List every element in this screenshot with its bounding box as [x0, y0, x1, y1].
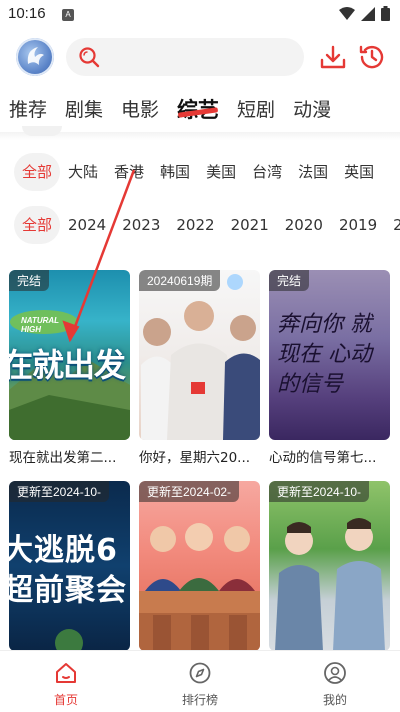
poster-logo: NATURAL HIGH — [21, 316, 59, 334]
tab-movies[interactable]: 电影 — [112, 94, 168, 130]
year-chip[interactable]: 2019 — [331, 206, 385, 244]
region-chip[interactable]: 台湾 — [244, 153, 290, 191]
region-chip[interactable]: 美国 — [198, 153, 244, 191]
top-bar — [0, 36, 400, 80]
status-bar: 10:16 A — [0, 0, 400, 30]
nav-mine-label: 我的 — [322, 693, 347, 707]
update-badge: 更新至2024-10- — [269, 481, 370, 502]
year-chip[interactable]: 2023 — [114, 206, 168, 244]
search-icon — [79, 47, 100, 68]
poster-image: 奔向你 就现在 心动的信号 完结 — [269, 270, 390, 440]
partial-filter-chip — [22, 126, 62, 136]
system-icons — [339, 6, 390, 21]
search-input[interactable] — [66, 38, 304, 76]
notification-icon: A — [62, 9, 74, 21]
show-card[interactable]: 奔向你 就现在 心动的信号 完结 心动的信号第七... — [269, 270, 390, 466]
user-icon — [324, 662, 346, 684]
show-card[interactable]: 更新至2024-02- — [139, 481, 260, 657]
poster-image: 更新至2024-02- — [139, 481, 260, 651]
show-card[interactable]: 大逃脱6 超前聚会 更新至2024-10- — [9, 481, 130, 657]
show-card[interactable]: NATURAL HIGH 在就出发 完结 现在就出发第二... — [9, 270, 130, 466]
show-title: 现在就出发第二... — [9, 450, 117, 466]
tab-short-drama[interactable]: 短剧 — [228, 94, 284, 130]
poster-image: NATURAL HIGH 在就出发 完结 — [9, 270, 130, 440]
poster-image: 更新至2024-10- — [269, 481, 390, 651]
bottom-nav: 首页 排行榜 我的 — [0, 650, 400, 712]
episode-badge: 20240619期 — [139, 270, 221, 291]
history-icon — [359, 45, 384, 69]
poster-image: 20240619期 — [139, 270, 260, 440]
signal-icon — [361, 6, 375, 21]
region-chip[interactable]: 大陆 — [60, 153, 106, 191]
region-chip-all[interactable]: 全部 — [14, 153, 61, 191]
tab-recommend[interactable]: 推荐 — [0, 94, 56, 130]
nav-ranking[interactable]: 排行榜 — [160, 661, 240, 708]
update-badge: 更新至2024-02- — [139, 481, 240, 502]
tab-variety[interactable]: 综艺 — [168, 94, 228, 130]
year-chip[interactable]: 2021 — [223, 206, 277, 244]
app-logo[interactable] — [16, 38, 54, 76]
tab-divider — [0, 132, 400, 140]
show-card[interactable]: 20240619期 你好，星期六20... — [139, 270, 260, 466]
status-time: 10:16 — [8, 5, 46, 22]
show-card[interactable]: 更新至2024-10- — [269, 481, 390, 657]
region-chip[interactable]: 韩国 — [152, 153, 198, 191]
nav-ranking-label: 排行榜 — [181, 693, 218, 707]
home-icon — [56, 663, 76, 683]
show-title: 你好，星期六20... — [139, 450, 251, 466]
year-chip[interactable]: 2 — [385, 206, 400, 244]
region-filter-row: 全部 大陆 香港 韩国 美国 台湾 法国 英国 — [14, 153, 382, 191]
battery-icon — [381, 6, 390, 21]
region-chip[interactable]: 英国 — [336, 153, 382, 191]
status-badge: 完结 — [269, 270, 310, 291]
download-button[interactable] — [318, 42, 348, 72]
nav-home[interactable]: 首页 — [26, 661, 106, 708]
update-badge: 更新至2024-10- — [9, 481, 110, 502]
poster-title: 奔向你 就现在 心动的信号 — [277, 312, 372, 397]
region-chip[interactable]: 香港 — [106, 153, 152, 191]
wifi-icon — [339, 6, 355, 20]
status-badge: 完结 — [9, 270, 50, 291]
compass-icon — [189, 662, 211, 684]
nav-home-label: 首页 — [53, 693, 78, 707]
year-chip[interactable]: 2022 — [168, 206, 222, 244]
poster-image: 大逃脱6 超前聚会 更新至2024-10- — [9, 481, 130, 651]
year-filter-row: 全部 2024 2023 2022 2021 2020 2019 2 — [14, 206, 400, 244]
download-icon — [320, 45, 346, 69]
region-chip[interactable]: 法国 — [290, 153, 336, 191]
tab-anime[interactable]: 动漫 — [284, 94, 340, 130]
history-button[interactable] — [357, 42, 387, 72]
tab-series[interactable]: 剧集 — [56, 94, 112, 130]
year-chip-all[interactable]: 全部 — [14, 206, 61, 244]
show-title: 心动的信号第七... — [269, 450, 377, 466]
poster-title: 在就出发 — [9, 346, 126, 384]
year-chip[interactable]: 2020 — [277, 206, 331, 244]
nav-mine[interactable]: 我的 — [295, 661, 375, 708]
category-tabs: 推荐 剧集 电影 综艺 短剧 动漫 — [0, 94, 400, 130]
year-chip[interactable]: 2024 — [60, 206, 114, 244]
